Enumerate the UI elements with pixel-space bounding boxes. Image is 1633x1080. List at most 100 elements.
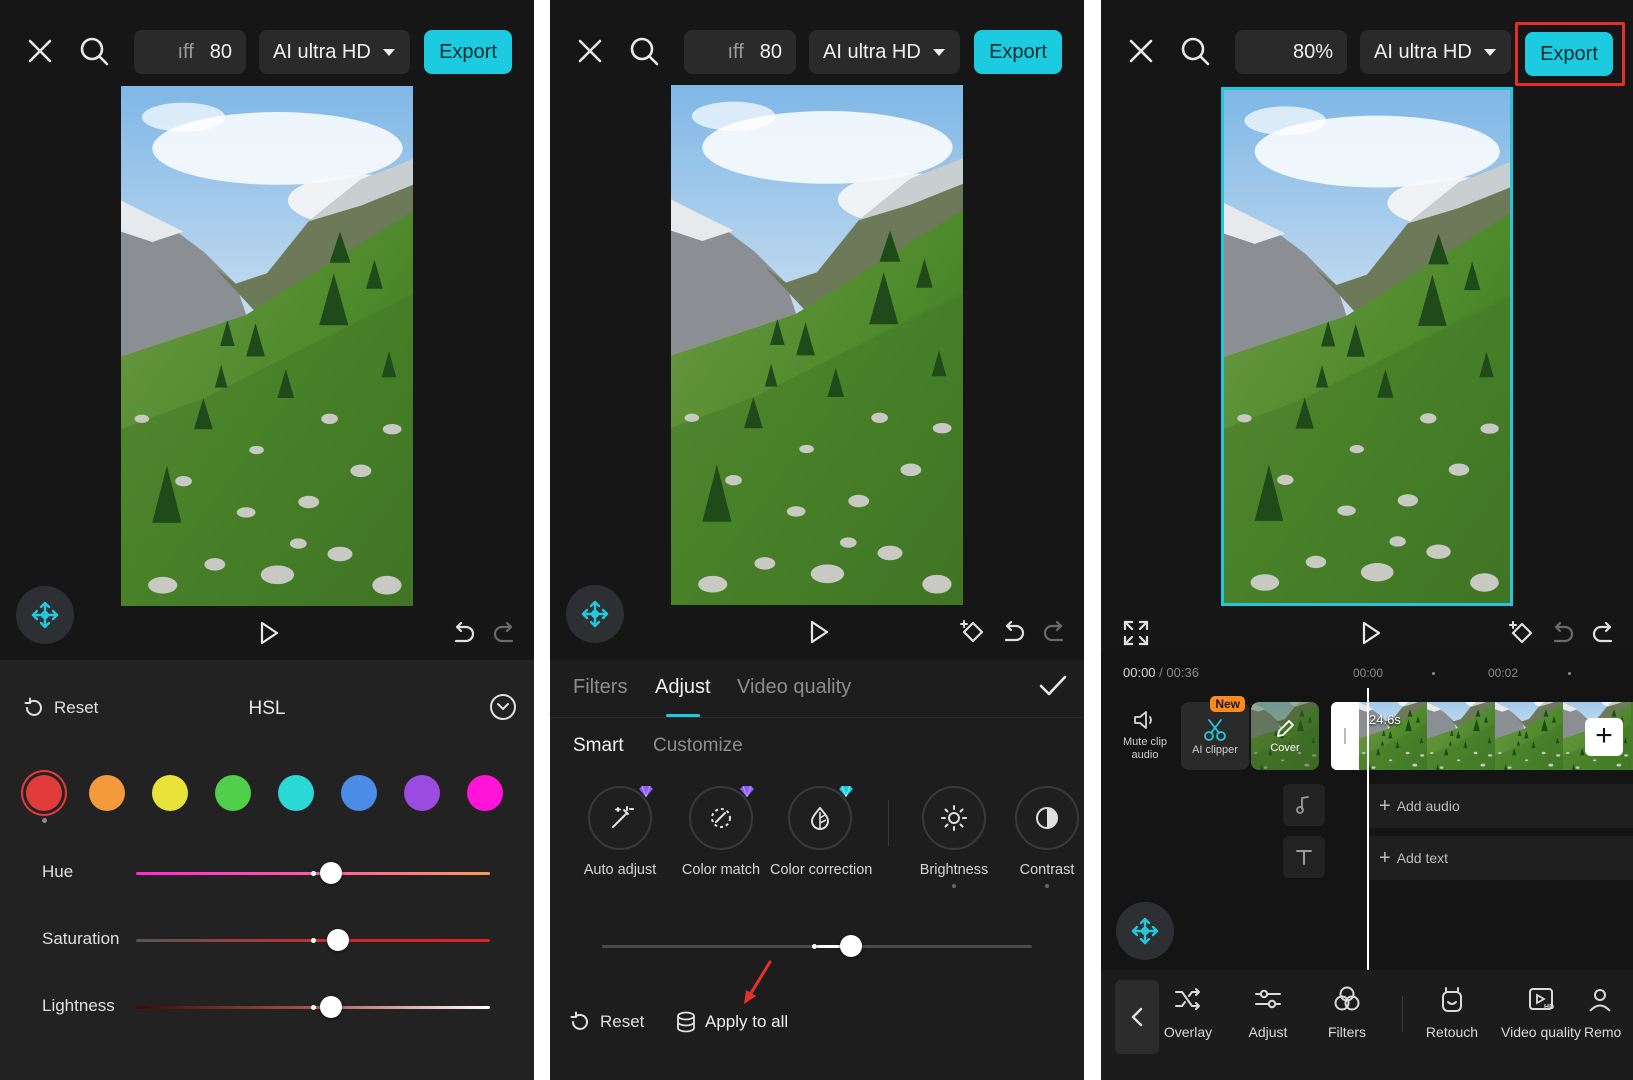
add-clip-button[interactable]: + <box>1585 718 1623 756</box>
slider-knob[interactable] <box>319 996 342 1018</box>
check-icon[interactable] <box>1038 673 1068 699</box>
toolbar-item-remo[interactable]: Remo <box>1584 984 1633 1040</box>
close-icon[interactable] <box>1123 33 1159 69</box>
quality-dropdown[interactable]: AI ultra HD <box>809 30 960 74</box>
add-text-button[interactable]: + Add text <box>1369 836 1633 880</box>
color-swatch[interactable] <box>26 775 62 811</box>
quality-dropdown[interactable]: AI ultra HD <box>259 30 410 74</box>
play-icon[interactable] <box>253 618 283 648</box>
color-swatch[interactable] <box>215 775 251 811</box>
chevron-down-icon <box>497 703 509 711</box>
slider-knob[interactable] <box>326 929 349 951</box>
tool-circle <box>788 786 852 850</box>
tool-color-correction[interactable]: Color correction <box>770 786 872 878</box>
close-icon[interactable] <box>572 33 608 69</box>
ruler-label: 00:02 <box>1488 666 1519 680</box>
undo-icon[interactable] <box>998 617 1028 647</box>
tool-label: Contrast <box>1019 862 1075 878</box>
toolbar-item-adjust[interactable]: Adjust <box>1223 984 1313 1040</box>
speaker-icon <box>1134 711 1152 729</box>
ai-clipper-label: AI clipper <box>1192 744 1238 756</box>
tool-contrast[interactable]: Contrast <box>997 786 1084 888</box>
zoom-pill[interactable]: 80% <box>1235 30 1347 74</box>
redo-icon[interactable] <box>1589 618 1619 648</box>
redo-icon[interactable] <box>490 618 520 648</box>
clip-thumbnail <box>1427 702 1495 770</box>
zoom-value: 80 <box>209 40 232 63</box>
tool-marker <box>952 884 956 888</box>
toolbar-item-label: Remo <box>1584 1024 1622 1040</box>
hsl-sheet <box>0 660 534 1080</box>
undo-icon[interactable] <box>448 618 478 648</box>
tool-circle <box>1015 786 1079 850</box>
panel-editor: 80% AI ultra HD Export 00:00 / 00:36 00:… <box>1101 0 1633 1080</box>
tool-label: Auto adjust <box>583 862 657 878</box>
color-swatch[interactable] <box>404 775 440 811</box>
premium-gem-icon <box>639 785 653 797</box>
cover-button[interactable]: Cover <box>1251 702 1319 770</box>
quality-label: AI ultra HD <box>1374 40 1472 63</box>
toolbar-item-video-quality[interactable]: HD Video quality <box>1496 984 1586 1040</box>
color-swatch[interactable] <box>278 775 314 811</box>
chevron-left-icon <box>1131 1007 1143 1027</box>
tab-adjust[interactable]: Adjust <box>655 676 711 699</box>
keyframe-icon[interactable] <box>1507 618 1537 648</box>
video-preview[interactable] <box>671 85 963 605</box>
arrow-pointer-icon <box>744 960 772 1004</box>
redo-icon[interactable] <box>1040 617 1070 647</box>
zoom-pill[interactable]: ıff 80 <box>684 30 796 74</box>
tab-video-quality[interactable]: Video quality <box>737 676 851 699</box>
subtab-smart[interactable]: Smart <box>573 735 624 757</box>
add-audio-button[interactable]: + Add audio <box>1369 784 1633 828</box>
filters-icon <box>1334 986 1360 1011</box>
toolbar-item-overlay[interactable]: Overlay <box>1143 984 1233 1040</box>
ai-clipper-button[interactable]: New AI clipper <box>1181 696 1249 770</box>
search-icon[interactable] <box>626 33 662 69</box>
reset-button[interactable]: Reset <box>568 1010 644 1034</box>
tab-filters[interactable]: Filters <box>573 676 627 699</box>
keyframe-icon[interactable] <box>958 617 988 647</box>
toolbar-item-filters[interactable]: Filters <box>1302 984 1392 1040</box>
color-swatch[interactable] <box>89 775 125 811</box>
adjust-slider-origin <box>812 944 817 949</box>
premium-gem-icon <box>839 785 853 797</box>
apply-to-all-button[interactable]: Apply to all <box>675 1010 788 1034</box>
move-tool-button[interactable] <box>566 585 624 643</box>
zoom-pill[interactable]: ıff 80 <box>134 30 246 74</box>
undo-icon[interactable] <box>1547 618 1577 648</box>
video-preview[interactable] <box>121 86 413 606</box>
toolbar-item-label: Video quality <box>1501 1024 1581 1040</box>
color-swatch[interactable] <box>341 775 377 811</box>
confirm-button[interactable] <box>490 694 516 720</box>
color-swatch[interactable] <box>467 775 503 811</box>
panel-hsl: ıff 80 AI ultra HD Export Reset HSL Hue S… <box>0 0 534 1080</box>
tool-auto-adjust[interactable]: Auto adjust <box>570 786 670 878</box>
toolbar-item-retouch[interactable]: Retouch <box>1407 984 1497 1040</box>
video-preview[interactable] <box>1221 87 1513 606</box>
ruler-dot <box>1568 672 1571 675</box>
play-icon[interactable] <box>1355 618 1385 648</box>
slider-knob[interactable] <box>319 862 342 884</box>
text-track-icon-box <box>1283 836 1325 878</box>
playhead[interactable] <box>1367 688 1369 970</box>
play-icon[interactable] <box>803 617 833 647</box>
subtab-customize[interactable]: Customize <box>653 735 743 757</box>
export-button[interactable]: Export <box>424 30 512 74</box>
tool-color-match[interactable]: Color match <box>671 786 771 878</box>
top-bar: 80% AI ultra HD Export <box>1101 0 1633 100</box>
move-tool-button[interactable] <box>16 586 74 644</box>
ruler-label: 00:00 <box>1353 666 1384 680</box>
quality-dropdown[interactable]: AI ultra HD <box>1360 30 1511 74</box>
mute-clip-audio-button[interactable]: Mute clip audio <box>1111 702 1179 770</box>
export-button[interactable]: Export <box>974 30 1062 74</box>
tool-brightness[interactable]: Brightness <box>904 786 1004 888</box>
scissors-icon <box>1204 719 1226 741</box>
fullscreen-icon[interactable] <box>1121 618 1151 648</box>
contrast-icon <box>1036 807 1058 829</box>
color-swatch[interactable] <box>152 775 188 811</box>
trim-handle-grip <box>1344 728 1346 744</box>
move-tool-button[interactable] <box>1116 902 1174 960</box>
search-icon[interactable] <box>76 33 112 69</box>
search-icon[interactable] <box>1177 33 1213 69</box>
close-icon[interactable] <box>22 33 58 69</box>
